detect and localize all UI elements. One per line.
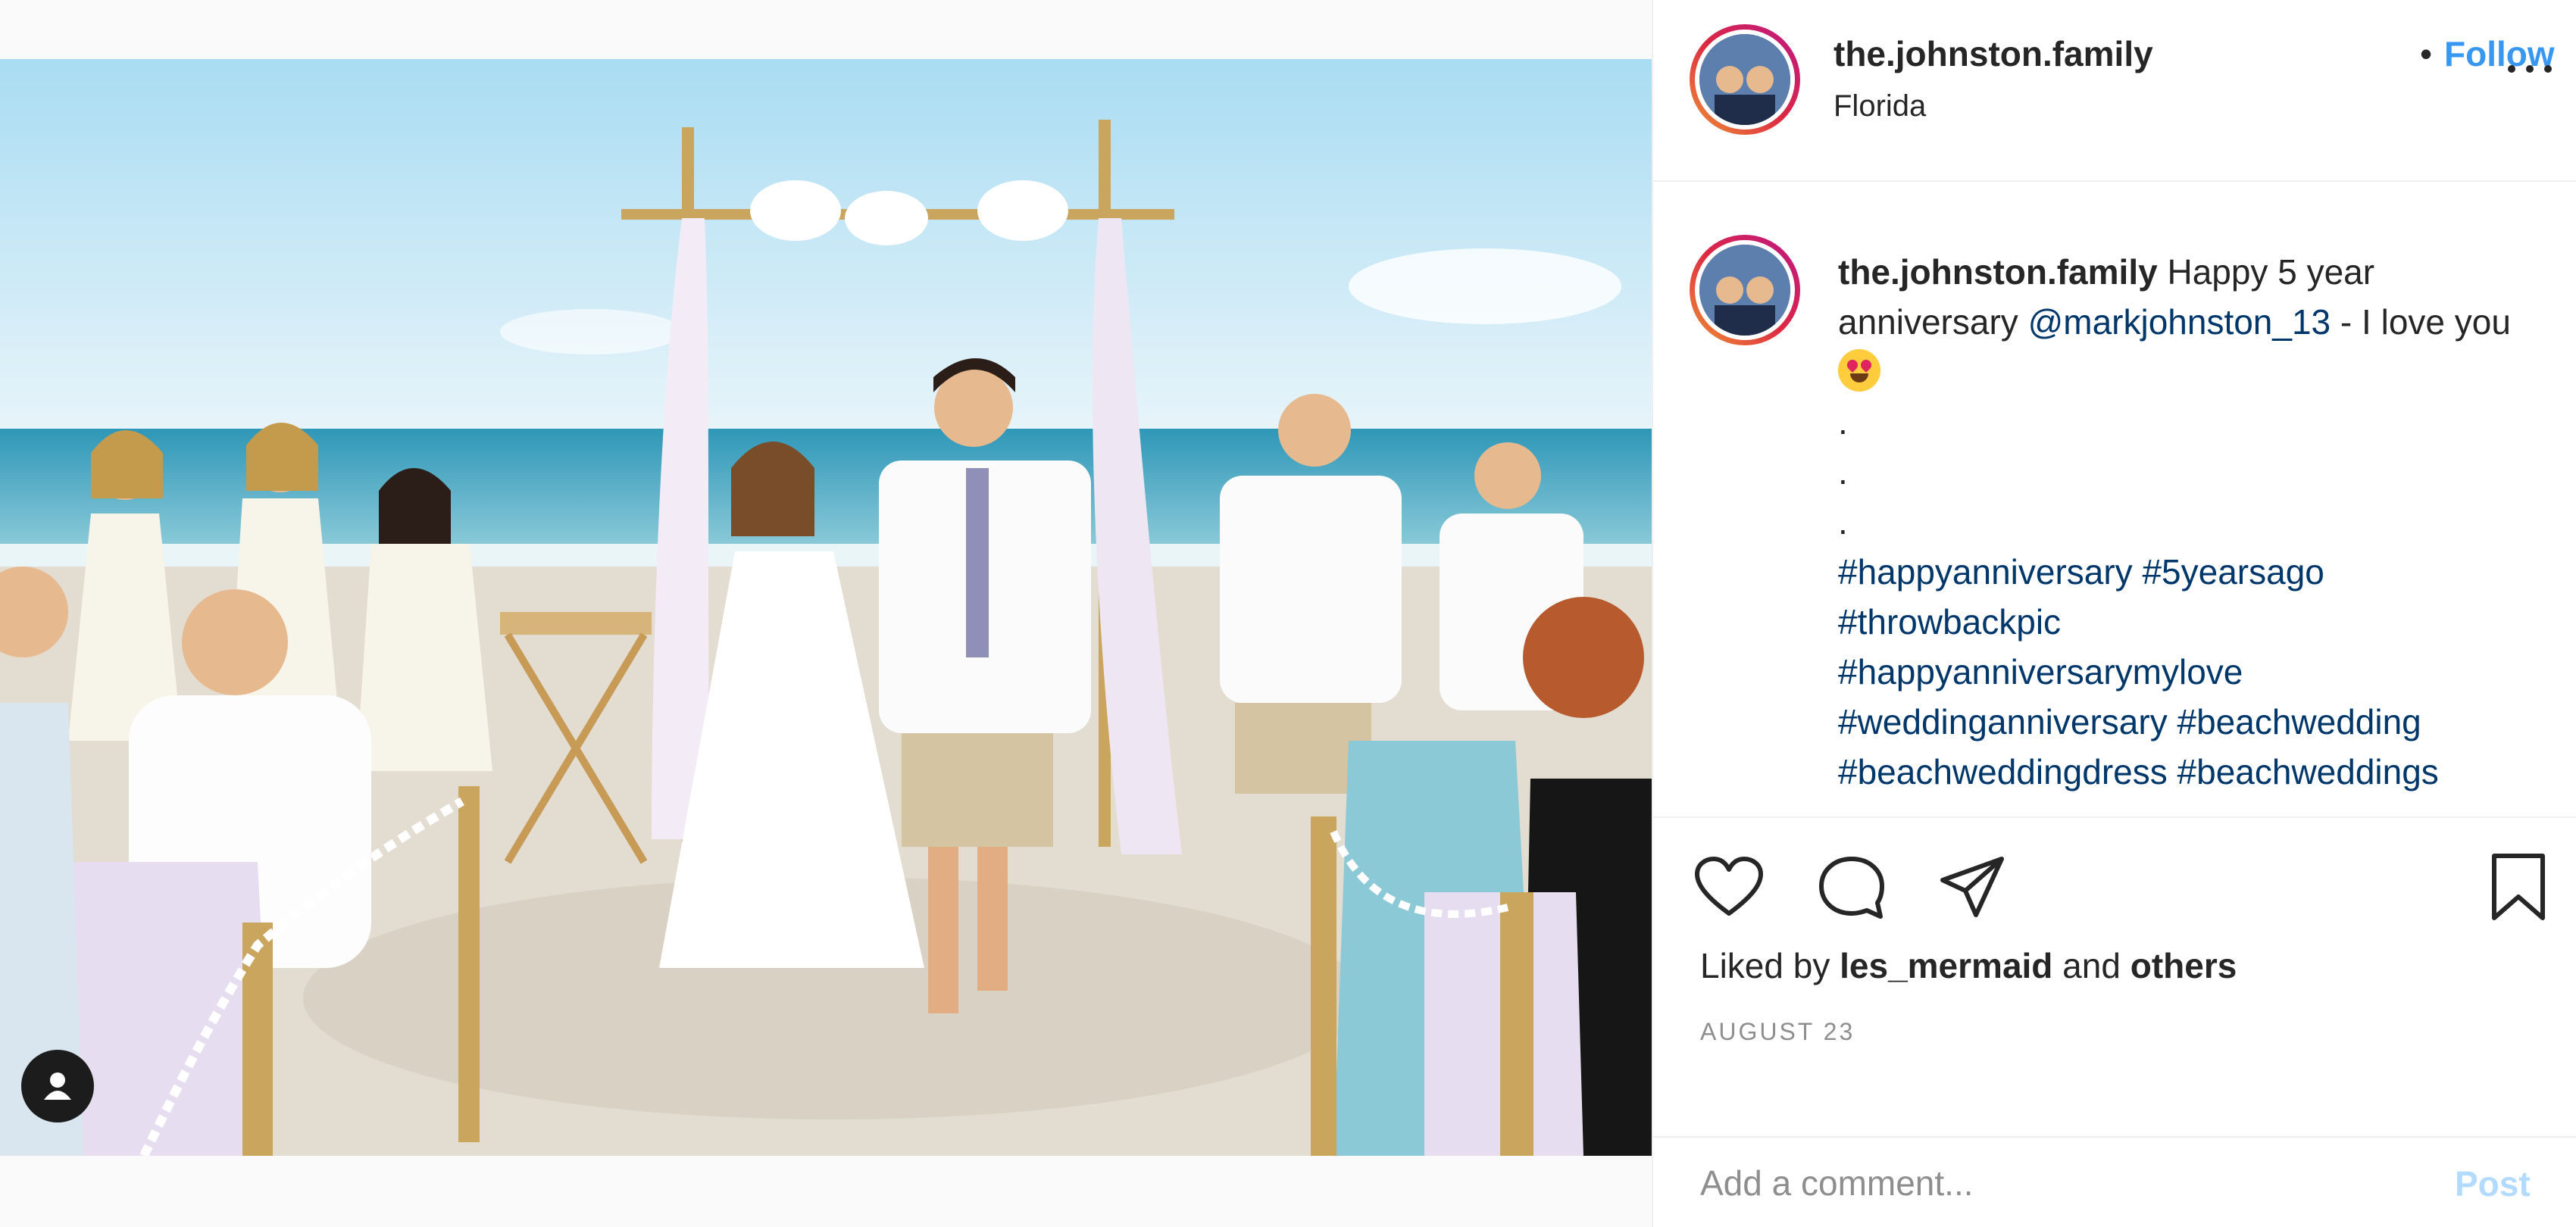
liked-by-user[interactable]: les_mermaid: [1840, 946, 2052, 985]
hashtags-line[interactable]: #throwbackpic: [1838, 602, 2061, 642]
likes-summary: Liked by les_mermaid and others: [1700, 945, 2237, 986]
hashtags-line[interactable]: #happyanniversary #5yearsago: [1838, 552, 2324, 592]
caption-avatar[interactable]: [1690, 235, 1800, 345]
comment-input[interactable]: [1700, 1153, 2382, 1213]
likes-prefix: Liked by: [1700, 946, 1840, 985]
post-date[interactable]: AUGUST 23: [1700, 1018, 1855, 1046]
hashtags-line[interactable]: #beachweddingdress #beachweddings: [1838, 752, 2439, 791]
instagram-post-view: the.johnston.family • Follow Florida the…: [0, 0, 2576, 1227]
photo-column: [0, 0, 1652, 1227]
tagged-users-button[interactable]: [21, 1050, 94, 1122]
beach-wedding-image: [0, 59, 1652, 1156]
post-caption: the.johnston.family Happy 5 year anniver…: [1653, 182, 2576, 818]
user-icon: [44, 1072, 71, 1100]
post-comment-button[interactable]: Post: [2455, 1163, 2531, 1204]
caption-dot: .: [1838, 502, 1848, 542]
post-photo[interactable]: [0, 59, 1652, 1156]
post-actions: Liked by les_mermaid and others AUGUST 2…: [1653, 820, 2576, 1138]
comment-icon[interactable]: [1814, 850, 1890, 926]
bookmark-icon[interactable]: [2481, 850, 2556, 926]
caption-body-2: - I love you: [2331, 302, 2511, 342]
caption-mention[interactable]: @markjohnston_13: [2028, 302, 2331, 342]
caption-dot: .: [1838, 402, 1848, 442]
heart-icon[interactable]: [1691, 850, 1767, 926]
post-username[interactable]: the.johnston.family: [1834, 33, 2153, 74]
post-sidebar: the.johnston.family • Follow Florida the…: [1652, 0, 2576, 1227]
liked-by-others[interactable]: others: [2131, 946, 2237, 985]
post-header: the.johnston.family • Follow Florida: [1653, 0, 2576, 182]
more-options-icon[interactable]: [2500, 50, 2561, 88]
avatar-image: [1699, 34, 1790, 125]
heart-eyes-emoji-icon: [1838, 349, 1880, 392]
avatar[interactable]: [1690, 24, 1800, 135]
hashtags-line[interactable]: #weddinganniversary #beachwedding: [1838, 702, 2421, 742]
likes-middle: and: [2052, 946, 2131, 985]
comment-box: Post: [1653, 1139, 2576, 1227]
caption-username[interactable]: the.johnston.family: [1838, 252, 2158, 292]
caption-text: the.johnston.family Happy 5 year anniver…: [1838, 247, 2558, 797]
share-icon[interactable]: [1935, 850, 2011, 926]
avatar-image: [1699, 245, 1790, 336]
hashtags-line[interactable]: #happyanniversarymylove: [1838, 652, 2243, 692]
caption-dot: .: [1838, 452, 1848, 492]
post-location[interactable]: Florida: [1834, 89, 1926, 123]
separator-dot: •: [2420, 34, 2433, 73]
